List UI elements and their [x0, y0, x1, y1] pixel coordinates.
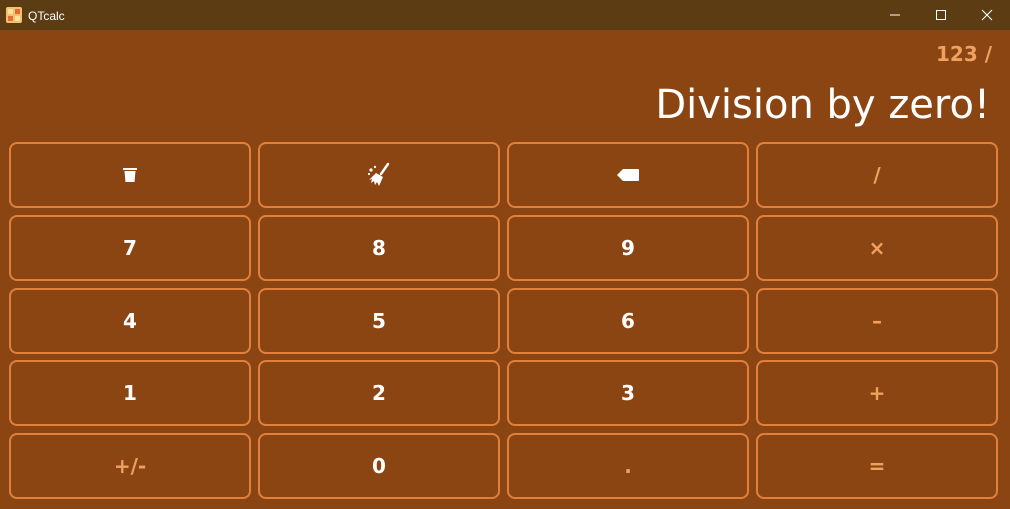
expression-display: 123 /: [935, 42, 992, 66]
digit-1-button[interactable]: 1: [9, 360, 251, 426]
digit-6-button[interactable]: 6: [507, 288, 749, 354]
digit-8-button[interactable]: 8: [258, 215, 500, 281]
minimize-icon: [890, 14, 900, 16]
clear-all-button[interactable]: [9, 142, 251, 208]
maximize-icon: [936, 10, 946, 20]
minimize-button[interactable]: [872, 0, 918, 30]
digit-2-button[interactable]: 2: [258, 360, 500, 426]
backspace-icon: [617, 169, 639, 181]
trash-icon: [123, 168, 137, 182]
digit-3-button[interactable]: 3: [507, 360, 749, 426]
digit-9-button[interactable]: 9: [507, 215, 749, 281]
minus-button[interactable]: –: [756, 288, 998, 354]
calculator-app-icon: [6, 7, 22, 23]
result-display: Division by zero!: [655, 82, 990, 128]
divide-button[interactable]: /: [756, 142, 998, 208]
digit-7-button[interactable]: 7: [9, 215, 251, 281]
clear-entry-button[interactable]: [258, 142, 500, 208]
title-bar[interactable]: QTcalc: [0, 0, 1010, 30]
digit-4-button[interactable]: 4: [9, 288, 251, 354]
broom-icon: [367, 162, 390, 186]
multiply-button[interactable]: ×: [756, 215, 998, 281]
digit-0-button[interactable]: 0: [258, 433, 500, 499]
maximize-button[interactable]: [918, 0, 964, 30]
plus-button[interactable]: +: [756, 360, 998, 426]
backspace-button[interactable]: [507, 142, 749, 208]
negate-button[interactable]: +/-: [9, 433, 251, 499]
equals-button[interactable]: =: [756, 433, 998, 499]
close-button[interactable]: [964, 0, 1010, 30]
window-title: QTcalc: [28, 9, 65, 23]
digit-5-button[interactable]: 5: [258, 288, 500, 354]
close-icon: [981, 9, 993, 21]
calculator-window: QTcalc 123 / Division by zero! / 7 8 9 ×…: [0, 0, 1010, 509]
decimal-point-button[interactable]: .: [507, 433, 749, 499]
